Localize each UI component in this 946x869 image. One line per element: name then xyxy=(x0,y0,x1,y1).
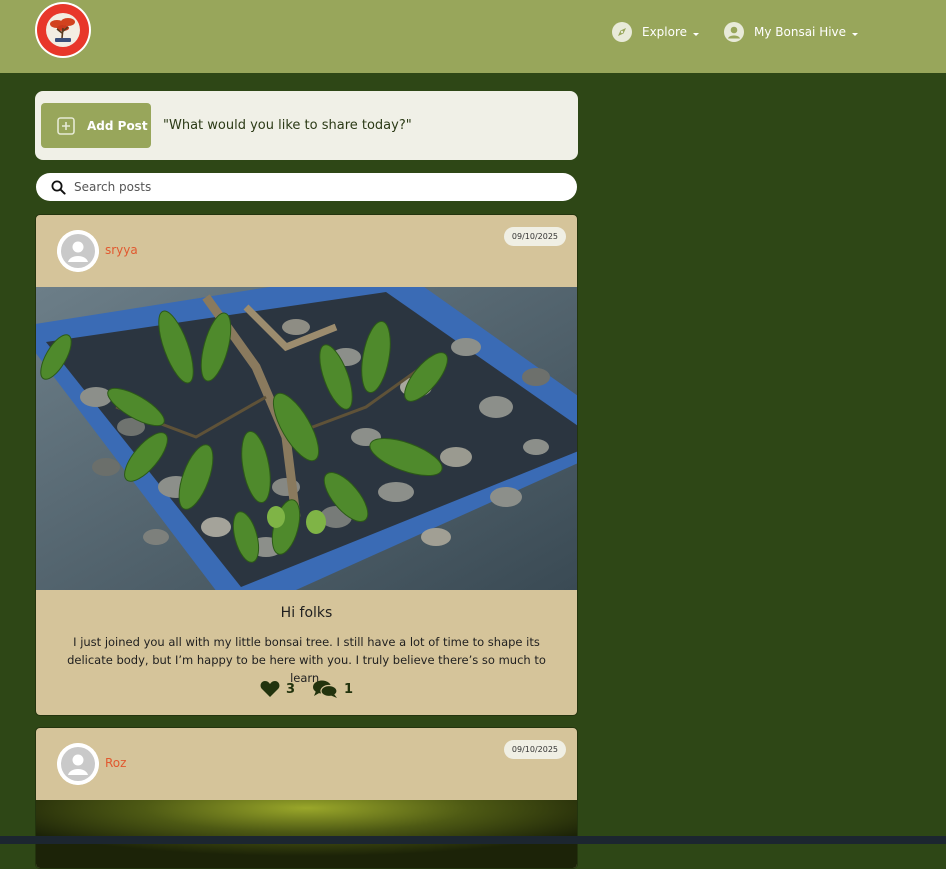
chevron-down-icon xyxy=(852,32,859,36)
search-icon xyxy=(51,180,66,195)
post-image[interactable] xyxy=(36,800,577,868)
post-date: 09/10/2025 xyxy=(503,740,566,759)
nav-explore[interactable]: Explore xyxy=(612,21,700,43)
chevron-down-icon xyxy=(693,32,700,36)
post-date: 09/10/2025 xyxy=(503,227,566,246)
like-button[interactable]: 3 xyxy=(260,680,295,698)
bonsai-hive-logo[interactable] xyxy=(35,2,91,58)
like-count: 3 xyxy=(285,681,295,697)
post-card: Roz 09/10/2025 xyxy=(35,727,578,869)
post-username[interactable]: sryya xyxy=(105,243,138,257)
share-prompt[interactable]: "What would you like to share today?" xyxy=(163,118,412,133)
user-circle-icon xyxy=(724,22,744,42)
heart-icon xyxy=(260,681,280,697)
avatar[interactable] xyxy=(57,230,99,272)
add-post-label: Add Post xyxy=(87,118,148,133)
post-username[interactable]: Roz xyxy=(105,756,126,770)
post-actions: 3 1 xyxy=(36,679,577,699)
nav-my-bonsai-hive[interactable]: My Bonsai Hive xyxy=(724,21,859,43)
comment-count: 1 xyxy=(344,681,354,697)
comments-icon xyxy=(313,680,338,698)
nav-my-bonsai-hive-label: My Bonsai Hive xyxy=(754,25,847,39)
search-bar[interactable] xyxy=(36,173,577,201)
post-image[interactable] xyxy=(36,287,577,590)
compass-icon xyxy=(612,22,632,42)
search-input[interactable] xyxy=(74,180,534,194)
post-title: Hi folks xyxy=(280,605,333,621)
post-composer: Add Post "What would you like to share t… xyxy=(35,91,578,160)
post-card: sryya 09/10/2025 Hi folks I just joined … xyxy=(35,214,578,716)
bottom-edge xyxy=(0,836,946,844)
nav-explore-label: Explore xyxy=(642,25,688,39)
top-navbar: Explore My Bonsai Hive xyxy=(0,0,946,73)
add-post-button[interactable]: Add Post xyxy=(41,103,151,148)
plus-square-icon xyxy=(57,116,75,135)
avatar[interactable] xyxy=(57,743,99,785)
comment-button[interactable]: 1 xyxy=(313,679,353,699)
